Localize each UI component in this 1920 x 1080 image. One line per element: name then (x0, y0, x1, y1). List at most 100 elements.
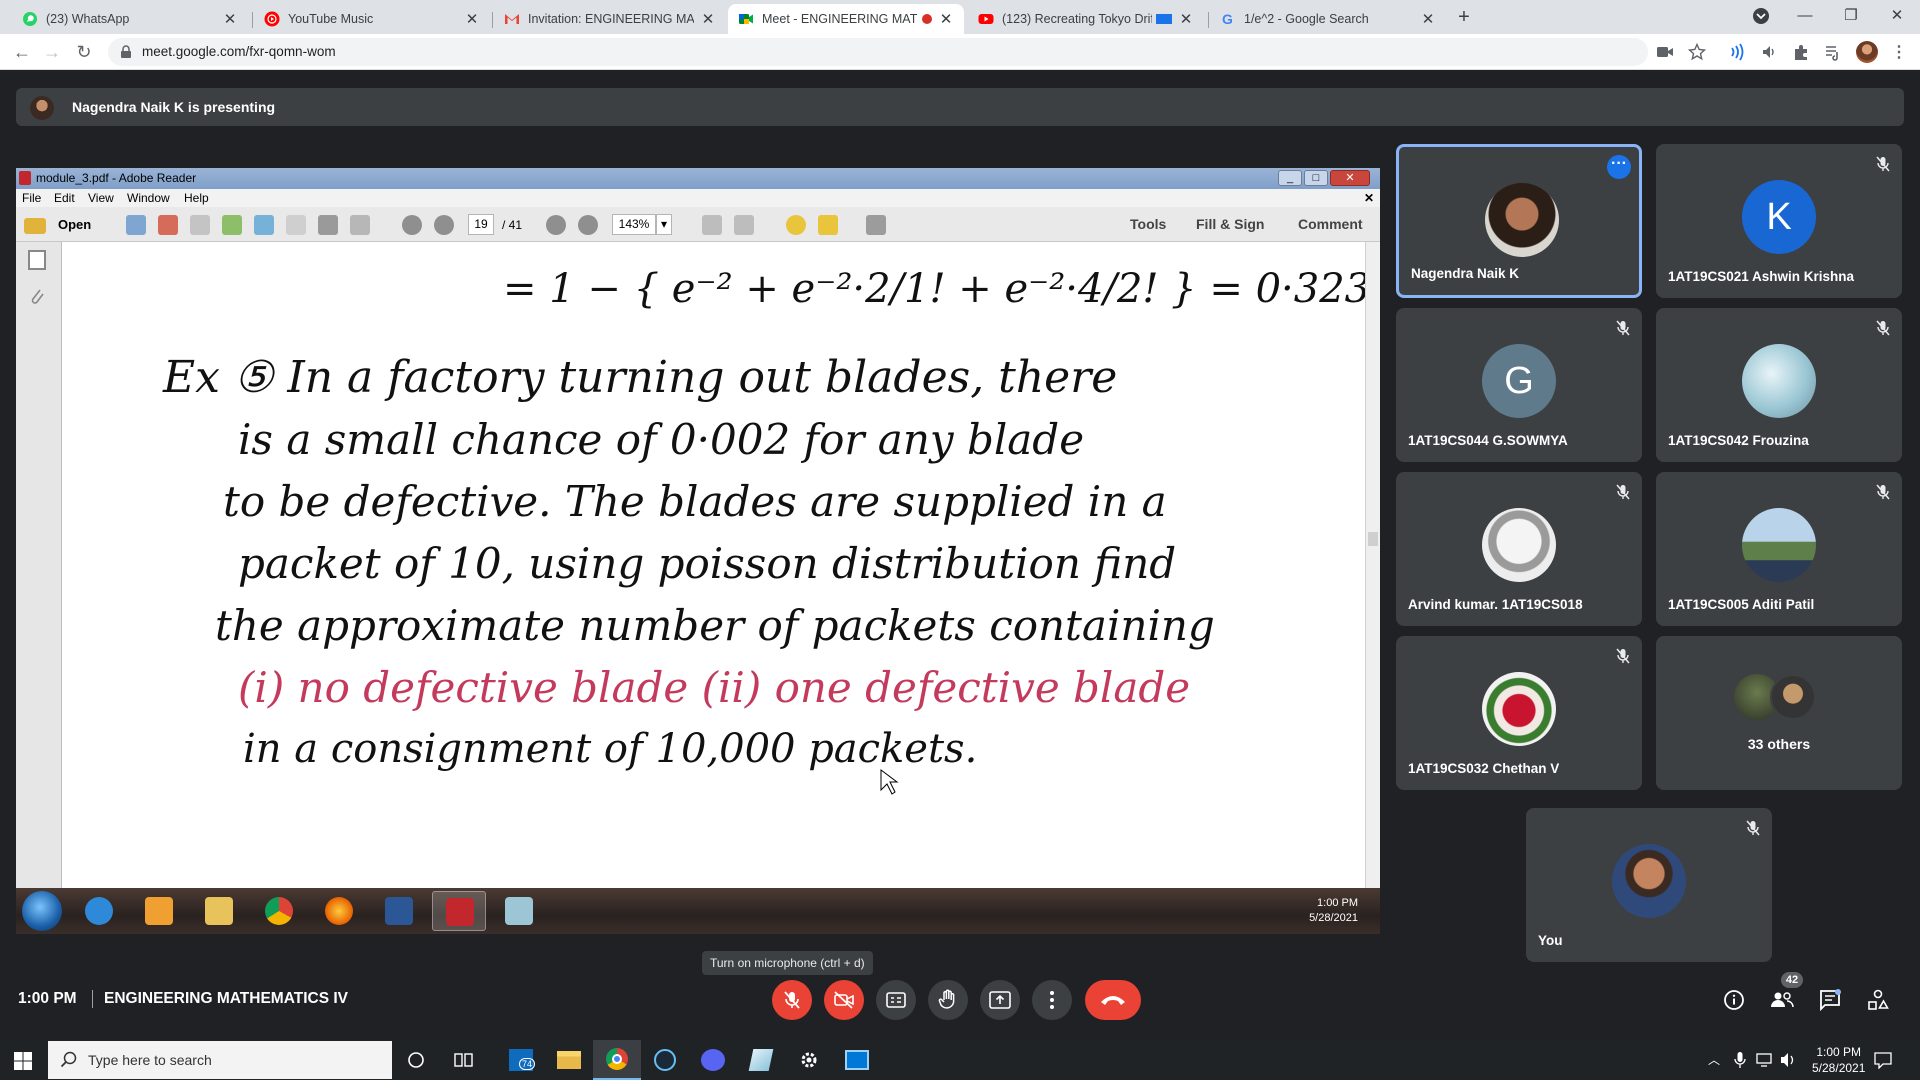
taskbar-photos[interactable] (833, 1040, 881, 1080)
extension-icon[interactable] (1728, 43, 1746, 61)
extensions-puzzle-icon[interactable] (1792, 43, 1810, 61)
taskbar-outlook[interactable]: 74 (497, 1040, 545, 1080)
microphone-toggle-button[interactable] (772, 980, 812, 1020)
close-tab-icon[interactable]: ✕ (222, 10, 238, 28)
tab-gmail[interactable]: Invitation: ENGINEERING MATHE ✕ (494, 4, 726, 34)
more-options-button[interactable] (1032, 980, 1072, 1020)
upload-cloud-icon[interactable] (254, 215, 274, 235)
people-button[interactable] (1770, 988, 1794, 1012)
tab-youtube-music[interactable]: YouTube Music ✕ (254, 4, 490, 34)
close-tab-icon[interactable]: ✕ (1420, 10, 1436, 28)
new-tab-button[interactable]: + (1452, 5, 1476, 29)
participant-tile[interactable]: 1AT19CS042 Frouzina (1656, 308, 1902, 462)
zoom-level-field[interactable]: 143% (612, 214, 656, 235)
reader-minimize-button[interactable]: _ (1278, 170, 1302, 186)
participant-tile[interactable]: 1AT19CS005 Aditi Patil (1656, 472, 1902, 626)
forward-button[interactable]: → (40, 40, 64, 64)
tab-google-meet[interactable]: Meet - ENGINEERING MATH ✕ (728, 4, 964, 34)
win7-app[interactable] (492, 891, 546, 931)
zoom-out-icon[interactable] (546, 215, 566, 235)
save-icon[interactable] (286, 215, 306, 235)
windows-start-icon[interactable] (14, 1052, 32, 1070)
taskbar-search-box[interactable]: Type here to search (48, 1041, 392, 1079)
print-icon[interactable] (318, 215, 338, 235)
restore-button[interactable]: ❐ (1828, 0, 1874, 34)
win7-chrome[interactable] (252, 891, 306, 931)
reader-maximize-button[interactable]: □ (1304, 170, 1328, 186)
taskbar-chrome[interactable] (593, 1040, 641, 1080)
email-icon[interactable] (350, 215, 370, 235)
menu-edit[interactable]: Edit (54, 191, 75, 205)
close-document-icon[interactable]: ✕ (1364, 191, 1374, 205)
open-folder-icon[interactable] (24, 218, 46, 234)
taskbar-discord[interactable] (689, 1040, 737, 1080)
self-tile[interactable]: You (1526, 808, 1772, 962)
camera-toggle-button[interactable] (824, 980, 864, 1020)
close-tab-icon[interactable]: ✕ (938, 10, 954, 28)
meeting-details-button[interactable] (1722, 988, 1746, 1012)
more-options-icon[interactable]: ··· (1607, 155, 1631, 179)
taskbar-app[interactable] (737, 1040, 785, 1080)
win7-ie[interactable] (72, 891, 126, 931)
edit-pdf-icon[interactable] (190, 215, 210, 235)
captions-button[interactable] (876, 980, 916, 1020)
bookmark-star-icon[interactable] (1688, 43, 1706, 61)
volume-tray-icon[interactable] (1780, 1052, 1798, 1068)
participant-tile[interactable]: 1AT19CS032 Chethan V (1396, 636, 1642, 790)
attachment-icon[interactable] (28, 286, 46, 306)
reader-scrollbar[interactable] (1365, 242, 1380, 888)
close-window-button[interactable]: ✕ (1874, 0, 1920, 34)
menu-view[interactable]: View (88, 191, 114, 205)
fullscreen-icon[interactable] (866, 215, 886, 235)
zoom-dropdown-icon[interactable]: ▾ (656, 214, 672, 235)
reader-close-button[interactable]: ✕ (1330, 170, 1370, 186)
comment-pane-button[interactable]: Comment (1298, 216, 1363, 232)
previous-page-icon[interactable] (402, 215, 422, 235)
zoom-in-icon[interactable] (578, 215, 598, 235)
fill-sign-pane-button[interactable]: Fill & Sign (1196, 216, 1264, 232)
audio-extension-icon[interactable] (1760, 43, 1778, 61)
export-pdf-icon[interactable] (158, 215, 178, 235)
show-hidden-icons-icon[interactable]: ︿ (1708, 1051, 1720, 1068)
others-tile[interactable]: 33 others (1656, 636, 1902, 790)
tab-whatsapp[interactable]: (23) WhatsApp ✕ (12, 4, 248, 34)
media-control-icon[interactable] (1824, 43, 1842, 61)
cortana-button[interactable] (392, 1040, 440, 1080)
tab-search-button[interactable] (1738, 0, 1784, 34)
scroll-thumb[interactable] (1368, 532, 1378, 546)
menu-help[interactable]: Help (184, 191, 209, 205)
participant-tile[interactable]: Arvind kumar. 1AT19CS018 (1396, 472, 1642, 626)
participant-tile[interactable]: G 1AT19CS044 G.SOWMYA (1396, 308, 1642, 462)
win7-firefox[interactable] (312, 891, 366, 931)
camera-in-use-icon[interactable] (1656, 43, 1674, 61)
taskbar-file-explorer[interactable] (545, 1040, 593, 1080)
close-tab-icon[interactable]: ✕ (700, 10, 716, 28)
create-pdf-icon[interactable] (126, 215, 146, 235)
minimize-button[interactable]: — (1782, 0, 1828, 34)
activities-button[interactable] (1866, 988, 1890, 1012)
page-number-input[interactable]: 19 (468, 214, 494, 235)
win7-word[interactable] (372, 891, 426, 931)
tools-pane-button[interactable]: Tools (1130, 216, 1166, 232)
microphone-tray-icon[interactable] (1734, 1051, 1746, 1069)
next-page-icon[interactable] (434, 215, 454, 235)
menu-window[interactable]: Window (127, 191, 170, 205)
present-now-button[interactable] (980, 980, 1020, 1020)
notifications-icon[interactable] (1874, 1051, 1892, 1069)
fit-page-icon[interactable] (702, 215, 722, 235)
taskbar-steam[interactable] (641, 1040, 689, 1080)
taskbar-settings[interactable] (785, 1040, 833, 1080)
network-tray-icon[interactable] (1756, 1053, 1774, 1067)
taskbar-clock[interactable]: 1:00 PM 5/28/2021 (1812, 1044, 1865, 1076)
open-button[interactable]: Open (58, 217, 91, 232)
pdf-page[interactable]: = 1 − { e⁻² + e⁻²·2/1! + e⁻²·4/2! } = 0·… (63, 242, 1365, 888)
win7-start-button[interactable] (22, 891, 62, 931)
leave-call-button[interactable] (1085, 980, 1141, 1020)
raise-hand-button[interactable] (928, 980, 968, 1020)
win7-media-player[interactable] (132, 891, 186, 931)
back-button[interactable]: ← (10, 40, 34, 64)
highlight-icon[interactable] (818, 215, 838, 235)
address-bar[interactable]: meet.google.com/fxr-qomn-wom (108, 38, 1648, 66)
task-view-button[interactable] (440, 1040, 488, 1080)
close-tab-icon[interactable]: ✕ (464, 10, 480, 28)
